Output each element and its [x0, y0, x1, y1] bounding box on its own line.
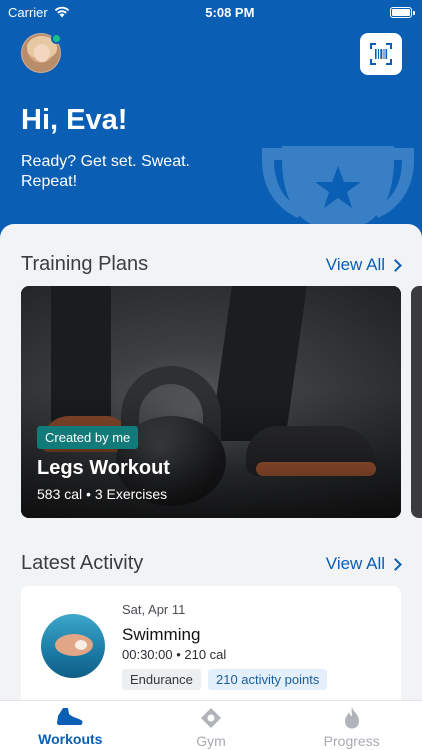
tab-progress[interactable]: Progress: [281, 701, 422, 750]
status-left: Carrier: [8, 5, 70, 20]
battery-icon: [390, 6, 415, 18]
tab-label: Gym: [196, 733, 226, 749]
greeting-heading: Hi, Eva!: [21, 104, 128, 136]
latest-activity-view-all-link[interactable]: View All: [325, 554, 402, 574]
training-plans-title: Training Plans: [21, 253, 149, 275]
bottom-tab-bar: Workouts Gym Progress: [0, 700, 422, 750]
shoe-icon: [57, 708, 83, 725]
activity-tag-endurance: Endurance: [122, 669, 201, 690]
scan-barcode-button[interactable]: [360, 33, 402, 75]
flame-icon: [344, 707, 359, 729]
plan-title: Legs Workout: [37, 457, 170, 479]
tab-label: Workouts: [38, 731, 103, 747]
activity-photo: [41, 614, 105, 678]
wifi-icon: [54, 6, 69, 18]
tab-workouts[interactable]: Workouts: [0, 701, 141, 750]
tagline-text: Ready? Get set. Sweat. Repeat!: [21, 153, 190, 190]
location-pin-icon: [201, 708, 221, 728]
online-status-dot: [51, 33, 62, 44]
activity-tag-points: 210 activity points: [208, 669, 328, 690]
carrier-label: Carrier: [8, 4, 48, 20]
activity-meta: 00:30:00 • 210 cal: [122, 647, 227, 662]
training-plans-view-all-link[interactable]: View All: [325, 255, 402, 275]
next-plan-card-peek[interactable]: [411, 286, 422, 518]
tab-label: Progress: [323, 733, 380, 749]
status-time: 5:08 PM: [205, 4, 255, 20]
created-by-me-badge: Created by me: [37, 426, 139, 449]
training-plan-card[interactable]: Created by me Legs Workout 583 cal • 3 E…: [21, 286, 401, 518]
chevron-right-icon: [389, 557, 402, 571]
view-all-label: View All: [325, 255, 385, 274]
barcode-scan-icon: [370, 43, 392, 65]
view-all-label: View All: [325, 554, 385, 573]
plan-meta: 583 cal • 3 Exercises: [37, 486, 168, 502]
activity-title: Swimming: [122, 625, 201, 644]
chevron-right-icon: [389, 258, 402, 272]
tab-gym[interactable]: Gym: [141, 701, 282, 750]
latest-activity-title: Latest Activity: [21, 552, 144, 574]
activity-date: Sat, Apr 11: [122, 602, 186, 617]
status-bar: Carrier 5:08 PM: [0, 0, 422, 24]
content-sheet: Training Plans View All Created by me Le…: [0, 224, 422, 700]
hero-header: Carrier 5:08 PM Hi, Eva! Ready? Get set.…: [0, 0, 422, 250]
activity-card[interactable]: Sat, Apr 11 Swimming 00:30:00 • 210 cal …: [21, 586, 401, 700]
